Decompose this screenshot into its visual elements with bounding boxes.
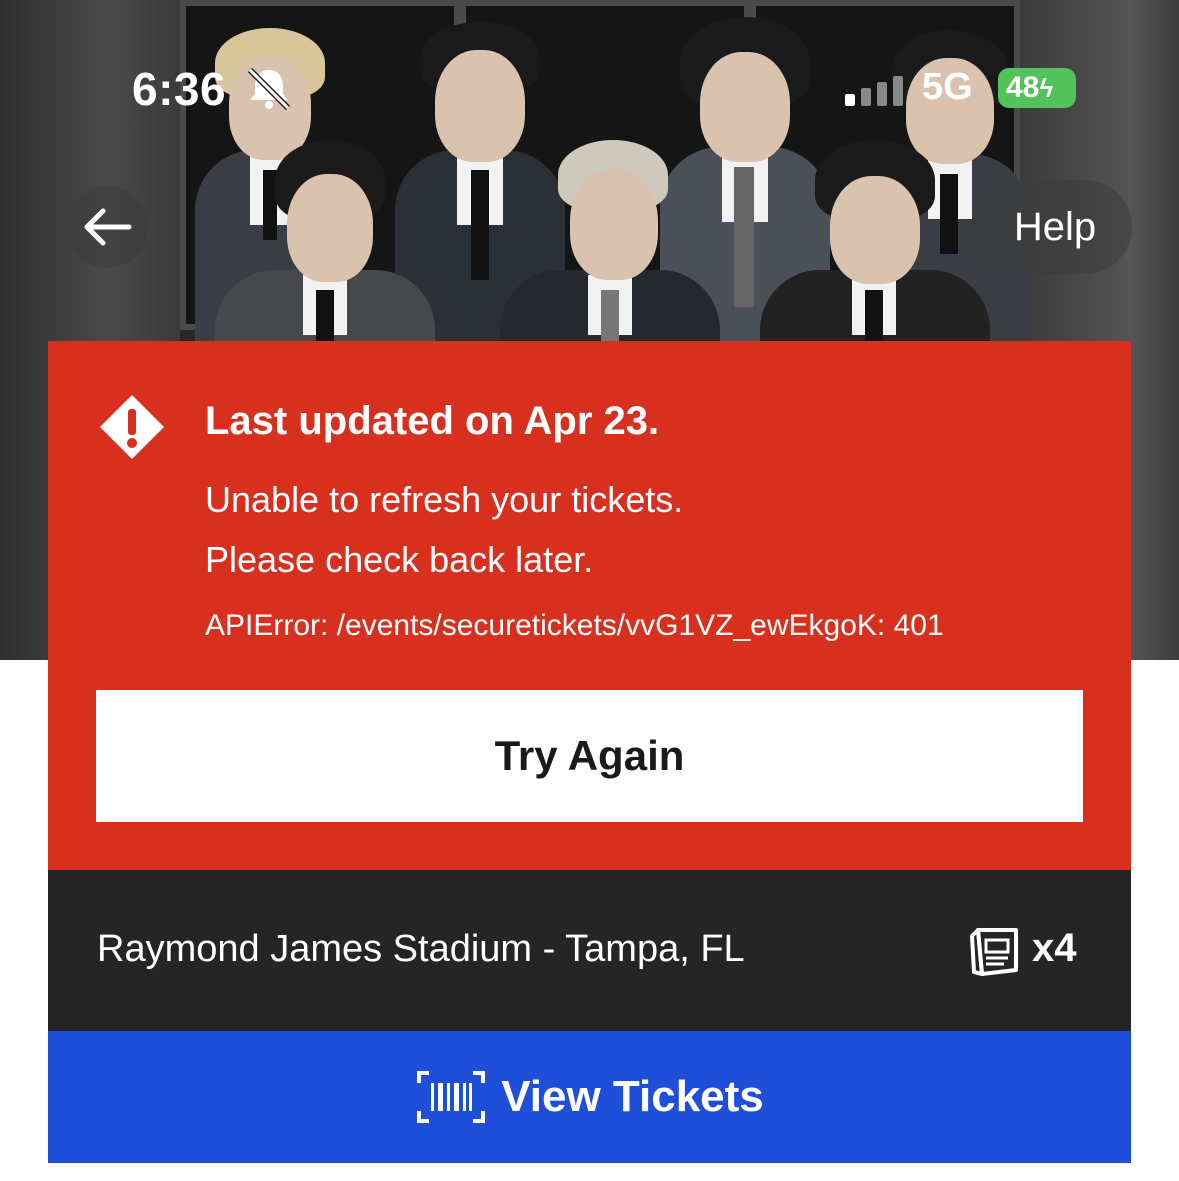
venue-bar: Raymond James Stadium - Tampa, FL x4 (48, 870, 1131, 1031)
network-type: 5G (922, 66, 973, 108)
barcode-scan-icon (417, 1071, 486, 1123)
bell-off-icon (247, 67, 291, 110)
tickets-icon (970, 928, 1018, 976)
view-tickets-button[interactable]: View Tickets (48, 1031, 1131, 1163)
try-again-button[interactable]: Try Again (96, 690, 1083, 822)
venue-name: Raymond James Stadium - Tampa, FL (97, 928, 745, 970)
warning-diamond-icon (100, 395, 164, 459)
signal-strength-icon (845, 76, 903, 106)
help-button[interactable]: Help (972, 180, 1132, 274)
charging-bolt-icon: ϟ (1039, 73, 1054, 103)
battery-level: 48 (1006, 71, 1040, 104)
status-time: 6:36 (132, 63, 227, 115)
error-title: Last updated on Apr 23. (205, 399, 660, 443)
view-tickets-label: View Tickets (501, 1072, 764, 1121)
ticket-count: x4 (1032, 926, 1077, 970)
error-banner: Last updated on Apr 23. Unable to refres… (48, 341, 1131, 870)
battery-indicator: 48ϟ (998, 68, 1076, 108)
error-message-line1: Unable to refresh your tickets. (205, 479, 684, 520)
back-button[interactable] (66, 186, 148, 268)
arrow-left-icon (84, 208, 132, 246)
error-message-line2: Please check back later. (205, 539, 594, 580)
error-code: APIError: /events/securetickets/vvG1VZ_e… (205, 609, 944, 642)
